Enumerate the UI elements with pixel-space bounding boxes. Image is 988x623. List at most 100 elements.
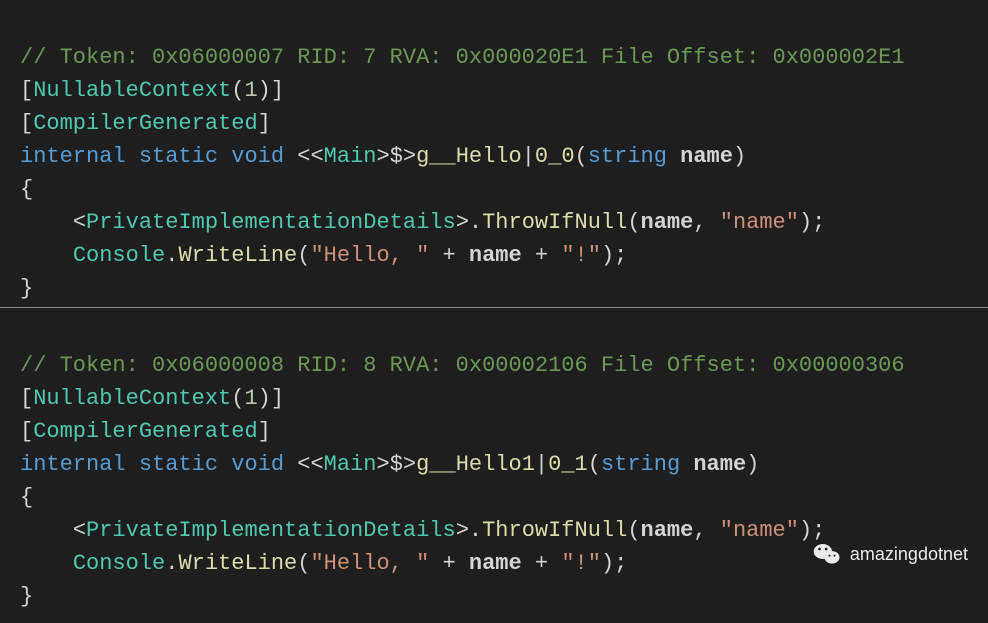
method-call: ThrowIfNull [482,210,627,235]
paren: ) [601,551,614,576]
type-name: Console [73,551,165,576]
keyword: void [231,452,284,477]
attr-bracket: ] [271,78,284,103]
space [284,452,297,477]
keyword: void [231,144,284,169]
paren: ) [746,452,759,477]
attr-type: NullableContext [33,78,231,103]
string-literal: "Hello, " [310,551,429,576]
paren: ) [258,386,271,411]
method-call: WriteLine [178,243,297,268]
attr-type: CompilerGenerated [33,111,257,136]
string-literal: "name" [720,518,799,543]
angle-op: << [297,144,323,169]
watermark-text: amazingdotnet [850,541,968,568]
space [667,144,680,169]
type-name: Main [324,144,377,169]
method-index: 0_1 [548,452,588,477]
attr-bracket: ] [271,386,284,411]
dot: . [469,210,482,235]
angle-op: > [456,518,469,543]
brace: { [20,485,33,510]
keyword: static [139,144,218,169]
paren: ( [297,243,310,268]
space [218,452,231,477]
space [126,144,139,169]
paren: ( [627,518,640,543]
plus-op: + [429,551,469,576]
space [284,144,297,169]
attr-bracket: [ [20,419,33,444]
plus-op: + [429,243,469,268]
pipe-op: | [535,452,548,477]
attr-bracket: ] [258,111,271,136]
method-name: g__Hello1 [416,452,535,477]
attr-bracket: ] [258,419,271,444]
arg: name [469,243,522,268]
type-name: PrivateImplementationDetails [86,210,456,235]
angle-op: > [376,144,389,169]
space [126,452,139,477]
pipe-op: | [522,144,535,169]
paren: ( [297,551,310,576]
attr-bracket: [ [20,386,33,411]
param-type: string [588,144,667,169]
brace: { [20,177,33,202]
angle-op: << [297,452,323,477]
type-name: PrivateImplementationDetails [86,518,456,543]
string-literal: "!" [561,243,601,268]
code-block-1: // Token: 0x06000007 RID: 7 RVA: 0x00002… [0,0,988,308]
string-literal: "name" [720,210,799,235]
space [680,452,693,477]
paren: ( [575,144,588,169]
space [707,210,720,235]
string-literal: "!" [561,551,601,576]
comma: , [693,210,706,235]
indent [20,551,73,576]
dot: . [469,518,482,543]
dot: . [165,243,178,268]
param-type: string [601,452,680,477]
dollar-op: $> [390,452,416,477]
paren: ( [231,386,244,411]
paren: ( [231,78,244,103]
param-name: name [693,452,746,477]
arg: name [641,518,694,543]
semicolon: ; [812,210,825,235]
code-block-2: // Token: 0x06000008 RID: 8 RVA: 0x00002… [0,308,988,623]
arg: name [641,210,694,235]
indent [20,210,73,235]
type-name: Console [73,243,165,268]
number-literal: 1 [244,386,257,411]
space [707,518,720,543]
paren: ) [733,144,746,169]
method-call: ThrowIfNull [482,518,627,543]
method-name: g__Hello [416,144,522,169]
indent [20,243,73,268]
string-literal: "Hello, " [310,243,429,268]
paren: ) [258,78,271,103]
space [218,144,231,169]
arg: name [469,551,522,576]
keyword: internal [20,144,126,169]
attr-type: CompilerGenerated [33,419,257,444]
param-name: name [680,144,733,169]
indent [20,518,73,543]
number-literal: 1 [244,78,257,103]
wechat-icon [812,539,842,569]
angle-op: > [376,452,389,477]
plus-op: + [522,243,562,268]
brace: } [20,276,33,301]
paren: ( [588,452,601,477]
method-index: 0_0 [535,144,575,169]
keyword: static [139,452,218,477]
comment-line: // Token: 0x06000008 RID: 8 RVA: 0x00002… [20,353,905,378]
keyword: internal [20,452,126,477]
type-name: Main [324,452,377,477]
angle-op: < [73,210,86,235]
brace: } [20,584,33,609]
method-call: WriteLine [178,551,297,576]
paren: ( [627,210,640,235]
dollar-op: $> [390,144,416,169]
paren: ) [601,243,614,268]
